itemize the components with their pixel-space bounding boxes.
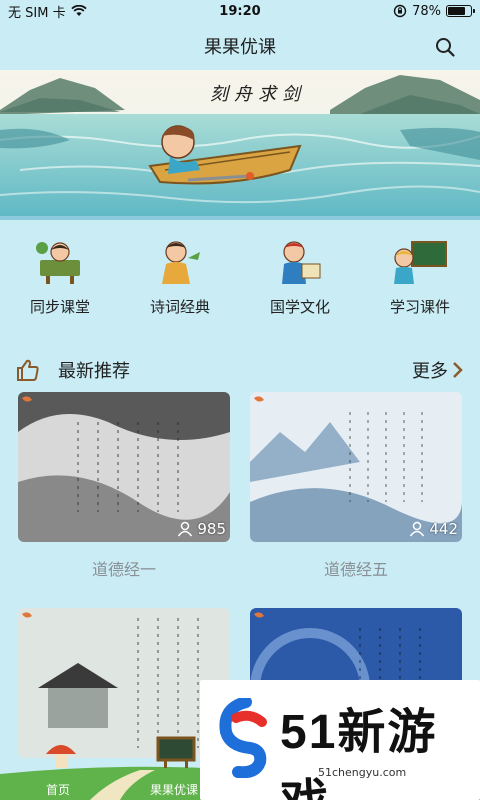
course-thumbnail [18, 608, 230, 758]
mushroom-house-icon [46, 745, 76, 768]
carrier-label: 无 SIM 卡 [8, 5, 66, 21]
tab-courses-label: 果果优课 [150, 783, 199, 797]
section-header: 最新推荐 更多 [0, 352, 480, 388]
status-bar: 无 SIM 卡 19:20 78% [0, 0, 480, 22]
nav-bar: 果果优课 [0, 22, 480, 70]
category-label: 学习课件 [389, 298, 450, 316]
orientation-lock-icon [393, 4, 407, 18]
course-card[interactable] [18, 608, 230, 758]
banner-title: 刻舟求剑 [210, 84, 306, 105]
search-icon[interactable] [434, 36, 456, 58]
view-count: 442 [409, 520, 458, 538]
ink-painting-image [18, 608, 230, 758]
course-title: 道德经五 [323, 560, 388, 579]
battery-fill [448, 7, 466, 15]
culture-icon [282, 241, 321, 284]
category-courseware[interactable]: 学习课件 [360, 232, 480, 322]
battery-icon [446, 5, 475, 17]
tab-home[interactable]: 首页 [46, 781, 70, 798]
more-label: 更多 [412, 361, 448, 382]
category-label: 同步课堂 [29, 298, 90, 316]
course-title: 道德经一 [91, 560, 156, 579]
course-card[interactable]: 442 道德经五 [250, 392, 462, 580]
thumbs-up-icon [17, 359, 39, 381]
sync-class-icon [36, 242, 80, 284]
wifi-icon [70, 5, 87, 16]
user-icon [410, 521, 425, 537]
blackboard-icon [156, 736, 196, 768]
page-title: 果果优课 [204, 37, 276, 58]
category-label: 国学文化 [269, 298, 330, 316]
tab-courses[interactable]: 果果优课 [150, 781, 198, 798]
more-button[interactable]: 更多 [412, 357, 464, 383]
user-icon [178, 521, 193, 537]
category-bar: 同步课堂 诗词经典 国学文化 学习课件 [0, 232, 480, 322]
category-label: 诗词经典 [149, 298, 210, 316]
watermark-brand: 51新游戏 [280, 706, 438, 800]
category-culture[interactable]: 国学文化 [240, 232, 360, 322]
category-sync-class[interactable]: 同步课堂 [0, 232, 120, 322]
courseware-icon [394, 241, 447, 284]
chevron-right-icon [453, 362, 463, 378]
category-poetry[interactable]: 诗词经典 [120, 232, 240, 322]
watermark-logo: 51新游戏 51chengyu.com [200, 680, 480, 800]
view-count: 985 [177, 520, 226, 538]
course-card[interactable]: 985 道德经一 [18, 392, 230, 580]
view-count-value: 442 [429, 520, 458, 538]
section-title: 最新推荐 [58, 361, 130, 382]
banner-carousel[interactable]: 刻舟求剑 [0, 70, 480, 220]
watermark-url: 51chengyu.com [318, 766, 407, 779]
tab-home-label: 首页 [46, 783, 71, 797]
poetry-icon [162, 241, 200, 284]
course-thumbnail: 985 [18, 392, 230, 542]
brand-mark-icon [219, 698, 267, 778]
battery-percent: 78% [412, 3, 441, 19]
view-count-value: 985 [197, 520, 226, 538]
course-thumbnail: 442 [250, 392, 462, 542]
